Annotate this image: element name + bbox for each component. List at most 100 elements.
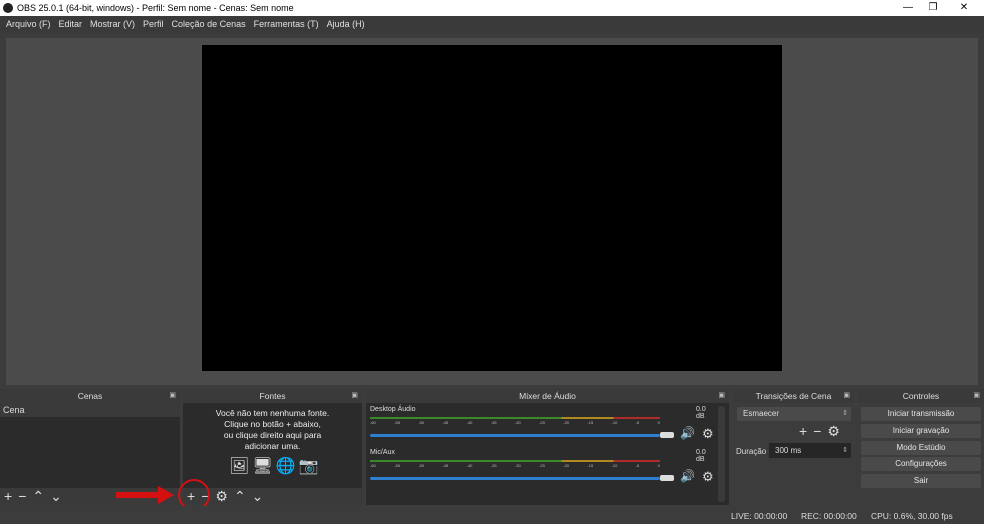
tick: -60 xyxy=(370,463,376,468)
tick: -60 xyxy=(370,420,376,425)
tick: -20 xyxy=(563,463,570,468)
tick: -15 xyxy=(587,420,594,425)
maximize-button[interactable]: ❐ xyxy=(918,0,948,16)
menu-perfil[interactable]: Perfil xyxy=(139,16,168,33)
speaker-icon[interactable]: 🔊 xyxy=(680,469,695,483)
move-up-icon[interactable]: ⌃ xyxy=(32,488,44,505)
monitor-icon: 🖥 xyxy=(252,458,273,475)
transitions-title: Transições de Cena xyxy=(755,391,832,401)
menu-colecao-de-cenas[interactable]: Coleção de Cenas xyxy=(168,16,250,33)
transitions-dock: Transições de Cena ▣ Esmaecer ⇕ + − ⚙ Dur… xyxy=(733,389,854,505)
tick: 0 xyxy=(657,420,660,425)
move-down-icon[interactable]: ⌄ xyxy=(252,488,264,505)
tick: -50 xyxy=(418,420,425,425)
tick: -15 xyxy=(587,463,594,468)
tick: -30 xyxy=(514,420,521,425)
remove-transition-button[interactable]: − xyxy=(813,423,821,440)
source-type-icons: 🖼 🖥 🌐 📷 xyxy=(229,456,318,476)
undock-icon[interactable]: ▣ xyxy=(843,389,850,403)
undock-icon[interactable]: ▣ xyxy=(973,389,980,403)
globe-icon: 🌐 xyxy=(275,458,296,475)
volume-slider[interactable] xyxy=(370,434,660,437)
audio-mixer-dock: Mixer de Áudio ▣ Desktop Áudio 0.0 dB -60… xyxy=(366,389,729,505)
volume-slider-handle[interactable] xyxy=(660,432,674,438)
controls-title: Controles xyxy=(902,391,940,401)
spinner-icon: ⇕ xyxy=(842,410,848,417)
move-down-icon[interactable]: ⌄ xyxy=(50,488,62,505)
tick: -55 xyxy=(394,463,400,468)
volume-slider[interactable] xyxy=(370,477,660,480)
add-scene-button[interactable]: + xyxy=(4,488,12,505)
channel-name: Mic/Aux xyxy=(370,449,395,456)
tick: -55 xyxy=(394,420,400,425)
spinner-icon[interactable]: ⇕ xyxy=(842,443,848,458)
tick: -45 xyxy=(442,420,449,425)
meter-ticks: -60 -55 -50 -45 -40 -35 -30 -25 -20 -15 -10 -5 0 xyxy=(370,463,660,468)
title-bar: OBS 25.0.1 (64-bit, windows) - Perfil: S… xyxy=(0,0,984,16)
studio-mode-button[interactable]: Modo Estúdio xyxy=(861,441,981,455)
tick: -25 xyxy=(539,420,545,425)
mixer-channel: Mic/Aux 0.0 dB -60 -55 -50 -45 -40 -35 -30 -25-… xyxy=(366,447,716,492)
transition-gear-icon[interactable]: ⚙ xyxy=(827,423,840,440)
preview-canvas[interactable] xyxy=(202,45,782,371)
volume-slider-handle[interactable] xyxy=(660,475,674,481)
rec-timer: REC: 00:00:00 xyxy=(801,511,857,521)
exit-button[interactable]: Sair xyxy=(861,474,981,488)
live-timer: LIVE: 00:00:00 xyxy=(731,511,788,521)
transition-toolbar: + − ⚙ xyxy=(799,423,840,440)
add-transition-button[interactable]: + xyxy=(799,423,807,440)
scene-item[interactable]: Cena xyxy=(0,403,180,417)
tick: -30 xyxy=(514,463,521,468)
start-streaming-button[interactable]: Iniciar transmissão xyxy=(861,407,981,421)
channel-level: 0.0 dB xyxy=(696,406,706,420)
empty-line: Você não tem nenhuma fonte. xyxy=(215,408,330,418)
menu-bar: Arquivo (F) Editar Mostrar (V) Perfil Co… xyxy=(0,16,984,33)
empty-line: Clique no botão + abaixo, xyxy=(224,419,321,429)
move-up-icon[interactable]: ⌃ xyxy=(234,488,246,505)
remove-scene-button[interactable]: − xyxy=(18,488,26,505)
close-button[interactable]: ✕ xyxy=(949,0,979,16)
tick: -40 xyxy=(466,463,473,468)
undock-icon[interactable]: ▣ xyxy=(351,389,358,403)
undock-icon[interactable]: ▣ xyxy=(718,389,725,403)
tick: -20 xyxy=(563,420,570,425)
tick: -35 xyxy=(490,420,497,425)
tick: 0 xyxy=(657,463,660,468)
menu-ajuda[interactable]: Ajuda (H) xyxy=(323,16,369,33)
duration-input[interactable]: 300 ms ⇕ xyxy=(769,443,851,458)
mixer-scrollbar[interactable] xyxy=(718,406,725,502)
gear-icon[interactable]: ⚙ xyxy=(702,469,714,485)
scenes-title: Cenas xyxy=(77,391,103,401)
channel-level: 0.0 dB xyxy=(696,449,706,463)
transition-selected: Esmaecer xyxy=(743,409,780,418)
speaker-icon[interactable]: 🔊 xyxy=(680,426,695,440)
mixer-channel: Desktop Áudio 0.0 dB -60 -55 -50 -45 -40 -35-… xyxy=(366,404,716,449)
tick: -40 xyxy=(466,420,473,425)
sources-empty-message: Você não tem nenhuma fonte. Clique no bo… xyxy=(183,408,362,452)
empty-line: adicionar uma. xyxy=(244,441,301,451)
gear-icon[interactable]: ⚙ xyxy=(702,426,714,442)
tick: -35 xyxy=(490,463,497,468)
mixer-title: Mixer de Áudio xyxy=(519,391,576,401)
tick: -10 xyxy=(611,420,618,425)
sources-title: Fontes xyxy=(259,391,286,401)
menu-editar[interactable]: Editar xyxy=(55,16,87,33)
tick: -50 xyxy=(418,463,425,468)
tick: -5 xyxy=(635,420,640,425)
menu-ferramentas[interactable]: Ferramentas (T) xyxy=(250,16,323,33)
duration-label: Duração xyxy=(736,447,767,456)
menu-mostrar[interactable]: Mostrar (V) xyxy=(86,16,139,33)
meter-ticks: -60 -55 -50 -45 -40 -35 -30 -25 -20 -15 -10 -5 0 xyxy=(370,420,660,425)
empty-line: ou clique direito aqui para xyxy=(223,430,322,440)
camera-icon: 📷 xyxy=(298,458,319,475)
volume-meter xyxy=(370,460,660,462)
tick: -25 xyxy=(539,463,545,468)
menu-arquivo[interactable]: Arquivo (F) xyxy=(2,16,55,33)
transition-select[interactable]: Esmaecer ⇕ xyxy=(737,407,851,421)
controls-dock: Controles ▣ Iniciar transmissão Iniciar g… xyxy=(858,389,984,505)
undock-icon[interactable]: ▣ xyxy=(169,389,176,403)
image-icon: 🖼 xyxy=(229,458,250,475)
start-recording-button[interactable]: Iniciar gravação xyxy=(861,424,981,438)
settings-button[interactable]: Configurações xyxy=(861,457,981,471)
tick: -10 xyxy=(611,463,618,468)
